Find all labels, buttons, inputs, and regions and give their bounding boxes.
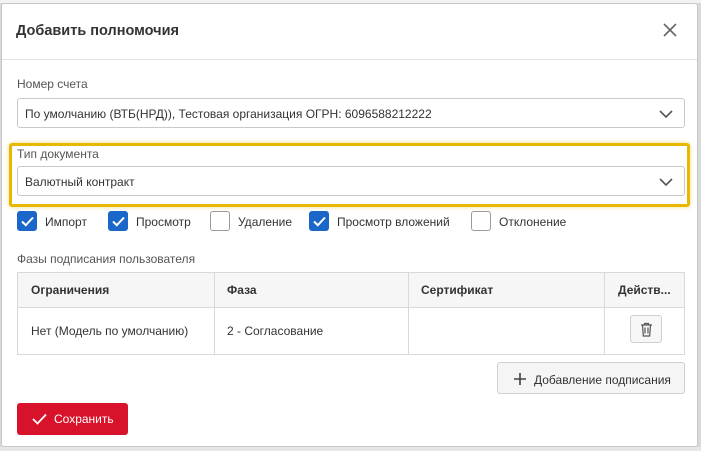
checkbox-label: Удаление [238, 215, 293, 229]
account-select[interactable]: По умолчанию (ВТБ(НРД)), Тестовая органи… [17, 98, 685, 128]
checkbox-box[interactable] [17, 211, 37, 231]
plus-icon [514, 373, 526, 385]
close-icon[interactable] [661, 21, 679, 39]
doc-type-select[interactable]: Валютный контракт [17, 166, 685, 196]
chevron-down-icon [659, 110, 673, 119]
account-value: По умолчанию (ВТБ(НРД)), Тестовая органи… [25, 107, 432, 121]
row-phase: 2 - Согласование [227, 324, 324, 338]
column-header-certificate[interactable]: Сертификат [421, 283, 493, 297]
row-restriction: Нет (Модель по умолчанию) [31, 324, 189, 338]
save-label: Сохранить [54, 412, 114, 426]
column-header-actions[interactable]: Действ... [618, 283, 671, 297]
add-signing-label: Добавление подписания [534, 373, 671, 387]
column-header-restrictions[interactable]: Ограничения [31, 283, 109, 297]
checkbox-label: Просмотр [136, 215, 191, 229]
delete-row-button[interactable] [630, 315, 662, 343]
save-button[interactable]: Сохранить [17, 403, 128, 435]
column-divider [408, 273, 409, 354]
add-signing-button[interactable]: Добавление подписания [497, 362, 685, 394]
add-permissions-dialog: Добавить полномочия Номер счета По умолч… [1, 3, 698, 447]
checkbox-box[interactable] [471, 211, 491, 231]
checkbox-box[interactable] [309, 211, 329, 231]
checkmark-icon [32, 413, 47, 425]
chevron-down-icon [659, 178, 673, 187]
doc-type-value: Валютный контракт [25, 175, 135, 189]
checkbox-box[interactable] [108, 211, 128, 231]
column-divider [214, 273, 215, 354]
table-header: Ограничения Фаза Сертификат Действ... [18, 273, 684, 308]
checkbox-box[interactable] [210, 211, 230, 231]
account-label: Номер счета [17, 77, 88, 91]
checkbox-label: Просмотр вложений [337, 215, 450, 229]
checkbox-label: Отклонение [499, 215, 567, 229]
signing-phases-label: Фазы подписания пользователя [17, 252, 196, 266]
column-divider [604, 273, 605, 354]
background-strip [0, 447, 701, 451]
column-header-phase[interactable]: Фаза [227, 283, 257, 297]
trash-icon [641, 322, 652, 337]
dialog-title: Добавить полномочия [16, 23, 179, 39]
signing-phases-table: Ограничения Фаза Сертификат Действ... Не… [17, 272, 685, 355]
doc-type-label: Тип документа [17, 147, 99, 161]
dialog-header: Добавить полномочия [2, 4, 697, 60]
checkbox-label: Импорт [45, 215, 87, 229]
